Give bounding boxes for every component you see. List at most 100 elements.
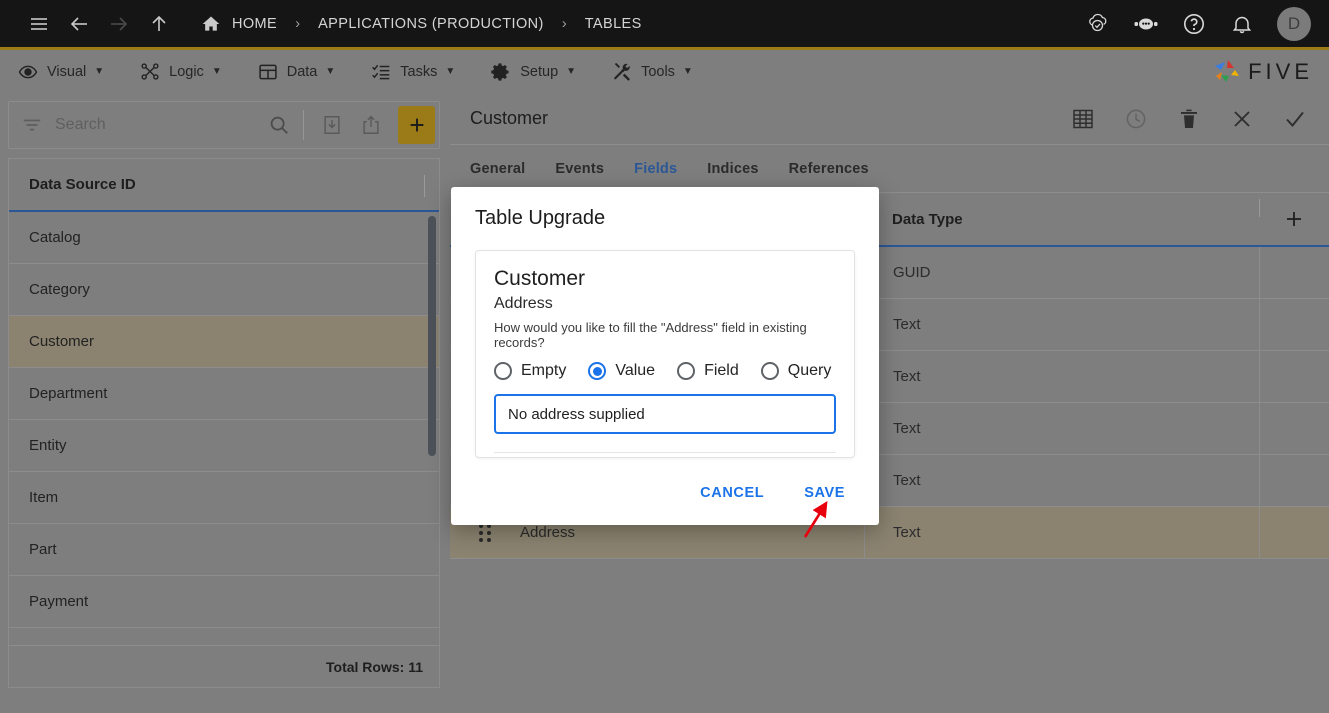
column-header-data-source-id: Data Source ID <box>29 176 136 193</box>
fill-mode-radio-group: Empty Value Field Query <box>494 362 836 380</box>
menu-item-tools[interactable]: Tools ▼ <box>612 62 693 82</box>
column-resizer[interactable] <box>424 175 425 197</box>
table-editor-header: Customer <box>450 93 1329 145</box>
radio-option-field[interactable]: Field <box>677 362 739 380</box>
breadcrumb-applications[interactable]: APPLICATIONS (PRODUCTION) <box>318 16 544 32</box>
list-item-label: Payment <box>29 593 89 610</box>
list-item-label: Customer <box>29 333 95 350</box>
home-icon[interactable] <box>198 11 224 37</box>
dialog-field-name: Address <box>494 295 553 312</box>
back-arrow-icon[interactable] <box>66 11 92 37</box>
list-item-label: Department <box>29 385 108 402</box>
field-type-cell: Text <box>864 455 1259 506</box>
list-item[interactable]: Department <box>9 368 439 420</box>
menu-label-tools: Tools <box>641 63 675 80</box>
radio-option-value[interactable]: Value <box>588 362 655 380</box>
forward-arrow-icon[interactable] <box>106 11 132 37</box>
list-item[interactable]: Part <box>9 524 439 576</box>
tab-references[interactable]: References <box>789 161 869 177</box>
toolbar-divider <box>303 110 304 140</box>
list-item-selected[interactable]: Customer <box>9 316 439 368</box>
add-datasource-button[interactable] <box>398 106 435 144</box>
menu-item-logic[interactable]: Logic ▼ <box>140 62 222 82</box>
total-rows-label: Total Rows: 11 <box>9 645 439 687</box>
dialog-title: Table Upgrade <box>475 207 606 229</box>
breadcrumb-separator-2: › <box>561 15 567 32</box>
dialog-content-card: Customer Address How would you like to f… <box>475 250 855 458</box>
row-end-cell <box>1259 455 1329 506</box>
datasource-grid: Data Source ID Catalog Category Customer… <box>8 158 440 688</box>
delete-trash-icon[interactable] <box>1172 102 1206 136</box>
radio-option-query[interactable]: Query <box>760 362 831 380</box>
list-item-label: Category <box>29 281 90 298</box>
list-item-label: Entity <box>29 437 67 454</box>
sidebar-vertical-scrollbar[interactable] <box>428 216 436 456</box>
list-item-label: Item <box>29 489 59 506</box>
menu-item-tasks[interactable]: Tasks ▼ <box>371 62 455 82</box>
radio-option-empty[interactable]: Empty <box>494 362 566 380</box>
history-clock-icon[interactable] <box>1119 102 1153 136</box>
table-upgrade-dialog: Table Upgrade Customer Address How would… <box>451 187 879 525</box>
row-end-cell <box>1259 299 1329 350</box>
up-arrow-icon[interactable] <box>146 11 172 37</box>
radio-label-empty: Empty <box>521 362 567 379</box>
chevron-down-icon: ▼ <box>566 66 577 77</box>
list-item[interactable]: Item <box>9 472 439 524</box>
chat-bot-icon[interactable] <box>1133 11 1159 37</box>
cloud-check-icon[interactable] <box>1085 11 1111 37</box>
checklist-icon <box>371 62 391 82</box>
menu-item-visual[interactable]: Visual ▼ <box>18 62 104 82</box>
menu-label-setup: Setup <box>520 63 559 80</box>
search-input[interactable] <box>43 116 262 134</box>
top-navigation-bar: HOME › APPLICATIONS (PRODUCTION) › TABLE… <box>0 0 1329 50</box>
tab-indices[interactable]: Indices <box>707 161 758 177</box>
table-grid-icon[interactable] <box>1066 102 1100 136</box>
add-field-button[interactable] <box>1259 199 1329 231</box>
topbar-actions: D <box>1063 6 1329 41</box>
radio-circle-selected-icon <box>588 362 607 380</box>
radio-circle-icon <box>677 362 696 380</box>
filter-icon[interactable] <box>21 114 43 136</box>
menu-item-data[interactable]: Data ▼ <box>258 62 335 82</box>
table-editor-tabs: General Events Fields Indices References <box>450 145 1329 193</box>
list-item[interactable]: Payment <box>9 576 439 628</box>
menu-label-data: Data <box>286 63 318 80</box>
help-circle-icon[interactable] <box>1181 11 1207 37</box>
confirm-check-icon[interactable] <box>1278 102 1312 136</box>
column-header-data-type-label: Data Type <box>892 210 963 228</box>
grid-table-icon <box>258 62 278 82</box>
export-upload-icon[interactable] <box>354 108 387 142</box>
list-item[interactable]: Category <box>9 264 439 316</box>
field-type-cell: GUID <box>864 247 1259 298</box>
fill-value-input[interactable] <box>494 394 836 434</box>
table-editor-actions <box>1050 102 1315 136</box>
hamburger-menu-icon[interactable] <box>26 11 52 37</box>
datasource-grid-header: Data Source ID <box>9 159 439 212</box>
list-item[interactable]: Entity <box>9 420 439 472</box>
column-header-data-type: Data Type <box>864 210 1259 232</box>
list-item[interactable]: Catalog <box>9 212 439 264</box>
dialog-question-text: How would you like to fill the "Address"… <box>494 320 807 350</box>
field-type-cell: Text <box>864 403 1259 454</box>
row-end-cell <box>1259 507 1329 558</box>
menu-item-setup[interactable]: Setup ▼ <box>491 62 576 82</box>
datasource-rows: Catalog Category Customer Department Ent… <box>9 212 439 680</box>
row-end-cell <box>1259 351 1329 402</box>
gear-icon <box>491 62 511 82</box>
tab-events[interactable]: Events <box>555 161 604 177</box>
import-download-icon[interactable] <box>315 108 348 142</box>
page-title: Customer <box>470 108 549 128</box>
notification-bell-icon[interactable] <box>1229 11 1255 37</box>
breadcrumb-tables[interactable]: TABLES <box>585 16 642 32</box>
avatar[interactable]: D <box>1277 6 1311 41</box>
cancel-button[interactable]: CANCEL <box>690 477 774 509</box>
close-x-icon[interactable] <box>1225 102 1259 136</box>
eye-icon <box>18 62 38 82</box>
drag-handle-icon[interactable] <box>450 523 520 542</box>
save-button[interactable]: SAVE <box>794 477 855 509</box>
tab-fields[interactable]: Fields <box>634 161 677 177</box>
menu-label-logic: Logic <box>169 63 204 80</box>
tab-general[interactable]: General <box>470 161 525 177</box>
breadcrumb-home[interactable]: HOME <box>232 16 277 32</box>
search-icon[interactable] <box>262 108 295 142</box>
